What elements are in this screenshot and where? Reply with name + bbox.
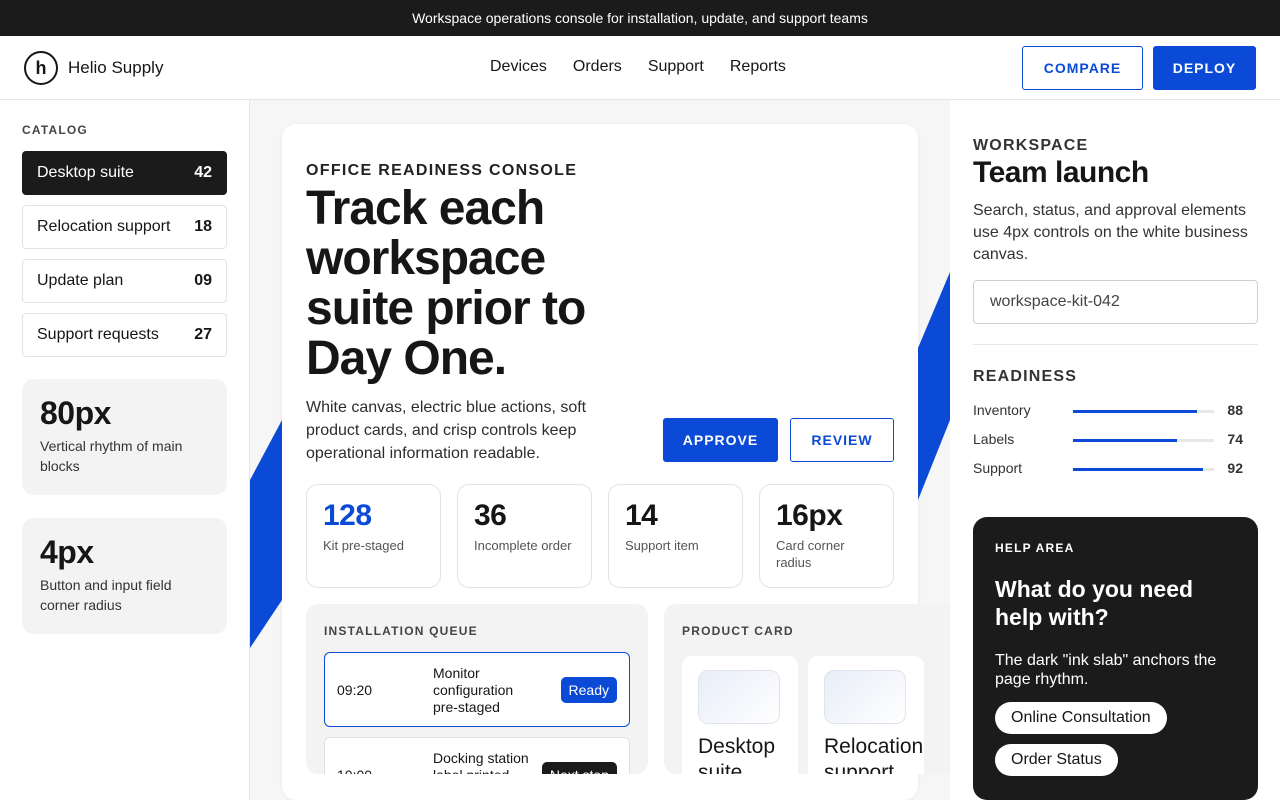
stat-value: 4px bbox=[40, 534, 94, 570]
readiness-item-label: Inventory bbox=[973, 402, 1031, 418]
hero-description: White canvas, electric blue actions, sof… bbox=[306, 399, 587, 462]
readiness-row-inventory: Inventory 88 bbox=[973, 402, 1243, 420]
readiness-bar-track bbox=[1073, 468, 1214, 471]
workspace-panel: WORKSPACE Team launch Search, status, an… bbox=[950, 100, 1280, 800]
readiness-bar-fill bbox=[1073, 468, 1203, 471]
product-label: PRODUCT CARD bbox=[682, 624, 794, 638]
approve-button[interactable]: APPROVE bbox=[663, 418, 778, 462]
announcement-text: Workspace operations console for install… bbox=[412, 10, 868, 26]
metric-value: 16px bbox=[776, 499, 843, 532]
top-header: h Helio Supply Devices Orders Support Re… bbox=[0, 36, 1280, 100]
readiness-bar-fill bbox=[1073, 410, 1198, 413]
stat-card-radius: 4px Button and input field corner radius bbox=[22, 518, 227, 634]
catalog-item-update-plan[interactable]: Update plan 09 bbox=[22, 259, 227, 303]
metric-value: 128 bbox=[323, 499, 372, 532]
product-card-desktop-suite[interactable]: Desktop suite bbox=[682, 656, 798, 774]
installation-queue-panel: INSTALLATION QUEUE 09:20 Monitor configu… bbox=[306, 604, 648, 774]
product-card-relocation-support[interactable]: Relocation support bbox=[808, 656, 924, 774]
product-card-panel: PRODUCT CARD Desktop suite Relocation su… bbox=[664, 604, 950, 774]
catalog-sidebar: CATALOG Desktop suite 42 Relocation supp… bbox=[0, 100, 250, 800]
hero-eyebrow: OFFICE READINESS CONSOLE bbox=[306, 162, 578, 179]
catalog-item-desktop-suite[interactable]: Desktop suite 42 bbox=[22, 151, 227, 195]
catalog-item-label: Relocation support bbox=[37, 218, 171, 235]
left-stripe bbox=[250, 420, 282, 648]
readiness-item-label: Support bbox=[973, 460, 1023, 476]
workspace-label: WORKSPACE bbox=[973, 137, 1089, 154]
queue-row[interactable]: 09:20 Monitor configuration pre-staged R… bbox=[324, 652, 630, 727]
stat-desc: Button and input field corner radius bbox=[40, 577, 172, 613]
status-badge: Ready bbox=[560, 677, 617, 703]
hero-title: Track each workspace suite prior to Day … bbox=[306, 182, 586, 385]
workspace-title: Team launch bbox=[973, 156, 1149, 189]
catalog-item-label: Desktop suite bbox=[37, 164, 134, 181]
catalog-label: CATALOG bbox=[22, 123, 88, 137]
catalog-item-count: 27 bbox=[194, 326, 212, 343]
deploy-button[interactable]: DEPLOY bbox=[1153, 46, 1256, 90]
readiness-row-labels: Labels 74 bbox=[973, 431, 1243, 449]
workspace-search-input[interactable] bbox=[973, 280, 1258, 324]
catalog-item-count: 42 bbox=[194, 164, 212, 181]
help-label: HELP AREA bbox=[995, 541, 1075, 555]
order-status-button[interactable]: Order Status bbox=[995, 744, 1118, 776]
brand-logo-icon: h bbox=[24, 51, 58, 85]
catalog-item-label: Support requests bbox=[37, 326, 159, 343]
readiness-bar-fill bbox=[1073, 439, 1178, 442]
nav-reports[interactable]: Reports bbox=[730, 58, 786, 76]
status-badge: Next step bbox=[541, 762, 617, 774]
product-thumbnail bbox=[698, 670, 780, 724]
nav-support[interactable]: Support bbox=[648, 58, 704, 76]
main-content: OFFICE READINESS CONSOLE Track each work… bbox=[250, 100, 950, 800]
announcement-bar: Workspace operations console for install… bbox=[0, 0, 1280, 36]
metric-label: Card corner radius bbox=[776, 538, 845, 570]
product-thumbnail bbox=[824, 670, 906, 724]
nav-orders[interactable]: Orders bbox=[573, 58, 622, 76]
product-name: Desktop suite bbox=[698, 735, 776, 774]
online-consultation-button[interactable]: Online Consultation bbox=[995, 702, 1167, 734]
metric-label: Incomplete order bbox=[474, 538, 572, 553]
metric-card-support: 14 Support item bbox=[608, 484, 743, 588]
readiness-bar-track bbox=[1073, 410, 1214, 413]
product-name: Relocation support bbox=[824, 735, 924, 774]
catalog-item-label: Update plan bbox=[37, 272, 124, 289]
readiness-item-value: 92 bbox=[1227, 460, 1243, 476]
readiness-item-value: 88 bbox=[1227, 402, 1243, 418]
readiness-item-label: Labels bbox=[973, 431, 1015, 447]
metric-label: Support item bbox=[625, 538, 699, 553]
workspace-description: Search, status, and approval elements us… bbox=[973, 202, 1248, 263]
queue-label: INSTALLATION QUEUE bbox=[324, 624, 478, 638]
main-nav: Devices Orders Support Reports bbox=[490, 58, 786, 76]
help-description: The dark "ink slab" anchors the page rhy… bbox=[995, 652, 1217, 688]
readiness-item-value: 74 bbox=[1227, 431, 1243, 447]
catalog-item-relocation-support[interactable]: Relocation support 18 bbox=[22, 205, 227, 249]
catalog-item-support-requests[interactable]: Support requests 27 bbox=[22, 313, 227, 357]
readiness-bar-track bbox=[1073, 439, 1214, 442]
queue-task: Monitor configuration pre-staged bbox=[433, 665, 514, 715]
metric-value: 14 bbox=[625, 499, 658, 532]
metric-card-radius: 16px Card corner radius bbox=[759, 484, 894, 588]
right-stripe bbox=[918, 272, 950, 500]
nav-devices[interactable]: Devices bbox=[490, 58, 547, 76]
readiness-label: READINESS bbox=[973, 368, 1078, 385]
stat-desc: Vertical rhythm of main blocks bbox=[40, 438, 183, 474]
metric-card-kits: 128 Kit pre-staged bbox=[306, 484, 441, 588]
stat-value: 80px bbox=[40, 395, 111, 431]
metric-card-orders: 36 Incomplete order bbox=[457, 484, 592, 588]
brand[interactable]: h Helio Supply bbox=[24, 51, 163, 85]
review-button[interactable]: REVIEW bbox=[790, 418, 894, 462]
metric-label: Kit pre-staged bbox=[323, 538, 404, 553]
catalog-item-count: 18 bbox=[194, 218, 212, 235]
readiness-row-support: Support 92 bbox=[973, 460, 1243, 478]
divider bbox=[973, 344, 1258, 345]
queue-row[interactable]: 10:00 Docking station label printed Next… bbox=[324, 737, 630, 774]
help-title: What do you need help with? bbox=[995, 576, 1194, 630]
stat-card-rhythm: 80px Vertical rhythm of main blocks bbox=[22, 379, 227, 495]
queue-time: 10:00 bbox=[337, 738, 372, 775]
compare-button[interactable]: COMPARE bbox=[1022, 46, 1143, 90]
brand-name: Helio Supply bbox=[68, 58, 164, 77]
catalog-item-count: 09 bbox=[194, 272, 212, 289]
queue-task: Docking station label printed bbox=[433, 750, 529, 774]
queue-time: 09:20 bbox=[337, 681, 373, 698]
help-area-card: HELP AREA What do you need help with? Th… bbox=[973, 517, 1258, 800]
metric-value: 36 bbox=[474, 499, 507, 532]
